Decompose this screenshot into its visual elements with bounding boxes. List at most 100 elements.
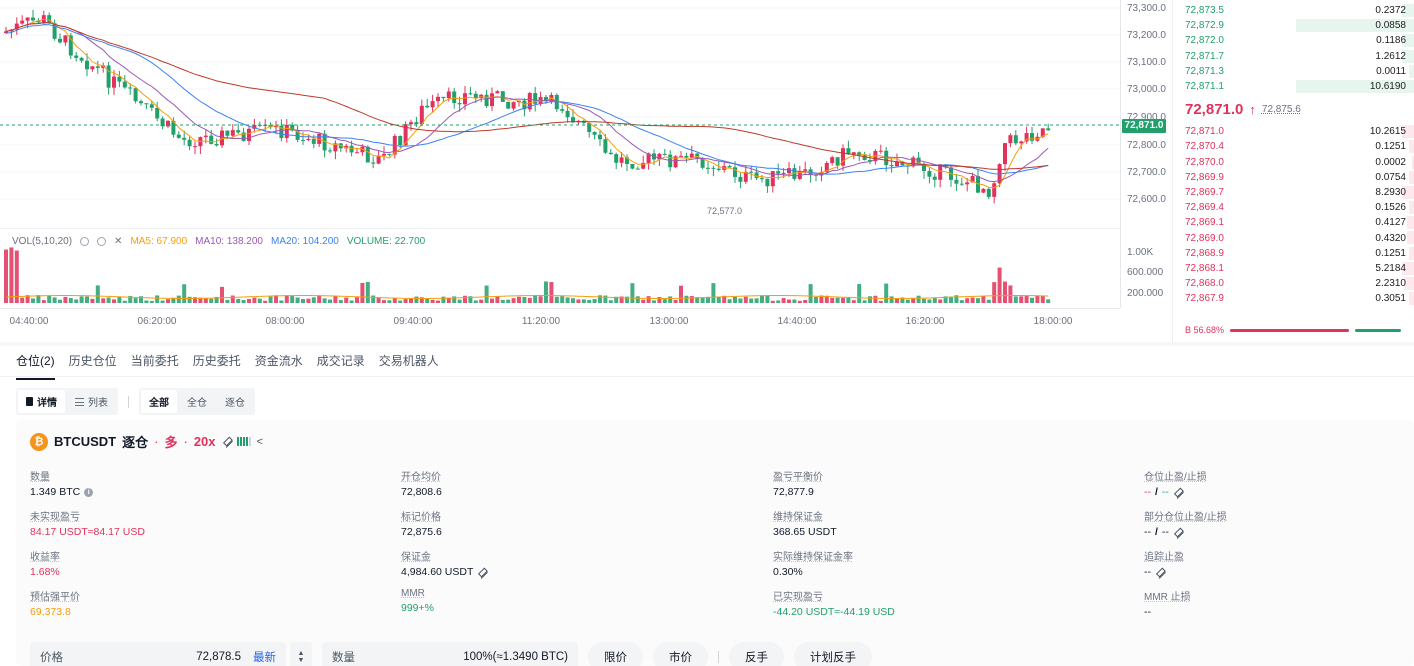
quantity-label: 数量 xyxy=(30,472,50,483)
ask-row[interactable]: 72,872.0 0.1186 xyxy=(1173,33,1414,48)
bid-row[interactable]: 72,868.1 5.2184 xyxy=(1173,261,1414,276)
candle-body xyxy=(436,96,440,102)
volume-bar xyxy=(1019,296,1024,303)
position-card: ₿ BTCUSDT 逐仓 · 多 · 20x < 数量 1.349 BTC i 未… xyxy=(16,420,1414,666)
edit-tpsl-icon[interactable] xyxy=(1171,485,1184,499)
position-leverage[interactable]: 20x xyxy=(194,434,216,449)
bid-row[interactable]: 72,871.0 10.2615 xyxy=(1173,124,1414,139)
settings-icon[interactable] xyxy=(97,237,107,246)
edit-partial-tpsl-icon[interactable] xyxy=(1171,525,1184,539)
bid-row[interactable]: 72,870.0 0.0002 xyxy=(1173,155,1414,170)
volume-bar xyxy=(122,300,127,303)
candle-body xyxy=(511,102,516,109)
ask-row[interactable]: 72,872.9 0.0858 xyxy=(1173,18,1414,33)
filter-cross-button[interactable]: 全仓 xyxy=(179,390,215,413)
close-quantity-input[interactable]: 数量 100%(≈1.3490 BTC) xyxy=(322,642,578,666)
volume-bar xyxy=(765,295,770,303)
filter-all-button[interactable]: 全部 xyxy=(141,390,177,413)
volume-bar xyxy=(803,299,808,303)
volume-bar xyxy=(641,299,646,303)
volume-bar xyxy=(884,283,889,303)
bid-row[interactable]: 72,869.7 8.2930 xyxy=(1173,185,1414,200)
volume-tick-label: 200.000 xyxy=(1127,288,1164,299)
candle-body xyxy=(1013,135,1018,144)
chevron-up-icon[interactable]: ▲ xyxy=(298,650,305,657)
volume-bar xyxy=(992,282,997,303)
limit-close-button[interactable]: 限价 xyxy=(588,642,643,666)
volume-bar xyxy=(220,286,224,303)
close-icon[interactable]: ✕ xyxy=(114,236,122,247)
bid-row[interactable]: 72,869.0 0.4320 xyxy=(1173,230,1414,245)
ask-row[interactable]: 72,871.3 0.0011 xyxy=(1173,64,1414,79)
position-symbol[interactable]: BTCUSDT xyxy=(54,434,116,449)
latest-price-link[interactable]: 最新 xyxy=(253,649,276,665)
candle-body xyxy=(382,153,386,156)
edit-trailing-icon[interactable] xyxy=(1153,565,1166,579)
ask-row[interactable]: 72,871.7 1.2612 xyxy=(1173,49,1414,64)
volume-bar xyxy=(225,299,230,303)
edit-leverage-icon[interactable] xyxy=(219,435,233,448)
ask-row[interactable]: 72,873.5 0.2372 xyxy=(1173,3,1414,18)
chevron-down-icon[interactable]: ▼ xyxy=(298,657,305,664)
bid-row[interactable]: 72,868.9 0.1251 xyxy=(1173,246,1414,261)
view-list-button[interactable]: 列表 xyxy=(67,390,116,413)
candle-body xyxy=(679,155,683,157)
candle-body xyxy=(484,94,489,107)
price-axis-border xyxy=(1120,0,1121,308)
bid-row[interactable]: 72,868.0 2.2310 xyxy=(1173,276,1414,291)
volume-bar xyxy=(247,299,251,303)
section-separator xyxy=(0,342,1414,346)
candle-body xyxy=(31,17,35,21)
margin-label: 保证金 xyxy=(401,552,431,563)
bid-row[interactable]: 72,870.4 0.1251 xyxy=(1173,139,1414,154)
price-stepper[interactable]: ▲ ▼ xyxy=(290,642,312,666)
volume-bar xyxy=(9,247,14,303)
candle-body xyxy=(425,105,430,108)
field-realized-pnl: 已实现盈亏 -44.20 USDT≈-44.19 USD xyxy=(773,588,895,618)
volume-bar xyxy=(301,298,305,303)
filter-isolated-button[interactable]: 逐仓 xyxy=(217,390,253,413)
plan-reverse-button[interactable]: 计划反手 xyxy=(794,642,872,666)
bid-row[interactable]: 72,867.9 0.3051 xyxy=(1173,291,1414,306)
volume-bar xyxy=(155,295,160,303)
close-price-value[interactable]: 72,878.5 xyxy=(196,651,241,663)
field-tpsl-position: 仓位止盈/止损 -- / -- xyxy=(1144,468,1207,499)
volume-bar xyxy=(776,300,781,303)
volume-bar xyxy=(959,300,964,303)
candle-body xyxy=(878,150,883,152)
candle-body xyxy=(598,134,602,140)
close-quantity-value[interactable]: 100%(≈1.3490 BTC) xyxy=(463,651,568,663)
ask-size: 0.0011 xyxy=(1376,65,1406,77)
bid-size: 0.0754 xyxy=(1375,171,1406,183)
edit-margin-icon[interactable] xyxy=(475,565,489,579)
ask-size: 0.1186 xyxy=(1376,35,1406,47)
bid-depth-bar xyxy=(1409,170,1414,184)
candle-body xyxy=(419,105,424,125)
volume-bar xyxy=(230,295,235,303)
close-price-input[interactable]: 价格 72,878.5 最新 xyxy=(30,642,286,666)
volume-bar xyxy=(770,300,775,303)
bid-row[interactable]: 72,869.9 0.0754 xyxy=(1173,170,1414,185)
ask-row[interactable]: 72,871.1 10.6190 xyxy=(1173,79,1414,94)
view-detail-button[interactable]: 详情 xyxy=(18,390,65,413)
info-icon[interactable]: i xyxy=(84,487,94,497)
share-icon[interactable]: < xyxy=(257,436,263,448)
kline-chart[interactable]: 73,300.0 73,200.0 73,100.0 73,000.0 72,900.0… xyxy=(0,0,1170,340)
bid-row[interactable]: 72,869.1 0.4127 xyxy=(1173,215,1414,230)
bid-depth-bar xyxy=(1409,201,1414,215)
volume-bar xyxy=(662,299,667,303)
volume-bar xyxy=(1046,299,1051,303)
volume-bar xyxy=(549,282,554,303)
filter-divider xyxy=(128,395,129,408)
volume-bar xyxy=(927,299,932,303)
market-close-button[interactable]: 市价 xyxy=(653,642,708,666)
candle-body xyxy=(603,139,608,153)
field-entry-price: 开仓均价 72,808.6 xyxy=(401,468,442,498)
reverse-button[interactable]: 反手 xyxy=(729,642,784,666)
volume-bar xyxy=(916,295,921,303)
bid-row[interactable]: 72,869.4 0.1526 xyxy=(1173,200,1414,215)
bid-price: 72,869.9 xyxy=(1185,171,1224,183)
volume-bar xyxy=(360,282,365,303)
eye-icon[interactable] xyxy=(80,237,90,246)
kline-svg[interactable]: 73,300.073,200.073,100.073,000.072,900.0… xyxy=(0,0,1170,340)
